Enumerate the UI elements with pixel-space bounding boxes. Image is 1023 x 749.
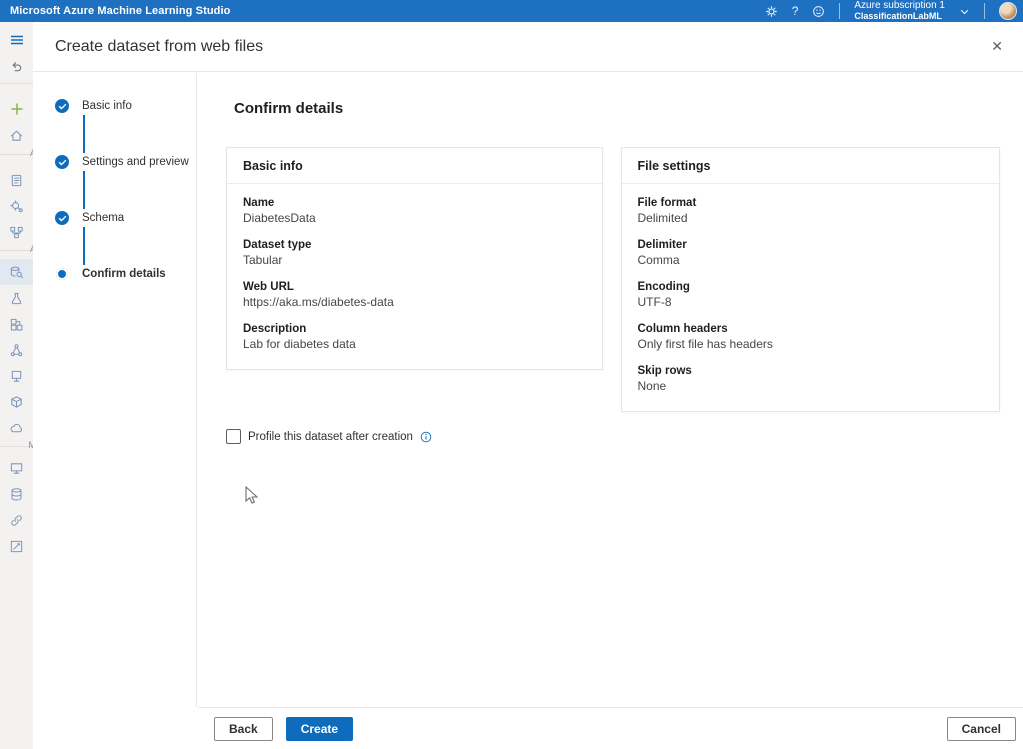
profile-dataset-label: Profile this dataset after creation: [248, 431, 413, 443]
user-avatar[interactable]: [999, 2, 1017, 20]
step-connector: [83, 227, 85, 265]
new-plus-icon[interactable]: [0, 96, 33, 122]
linked-services-icon[interactable]: [0, 533, 33, 559]
field-dataset-type: Dataset type Tabular: [243, 239, 586, 267]
step-current-dot-icon: [56, 268, 68, 280]
confirm-details-content: Confirm details Basic info Name Diabetes…: [198, 73, 1023, 707]
card-title: Basic info: [227, 148, 602, 184]
step-connector: [83, 171, 85, 209]
automated-ml-icon[interactable]: [0, 193, 33, 219]
chevron-down-icon[interactable]: [959, 6, 970, 17]
nav-section-author: A: [0, 154, 33, 155]
step-label: Schema: [82, 212, 124, 224]
field-encoding: Encoding UTF-8: [638, 281, 984, 309]
pipelines-icon[interactable]: [0, 311, 33, 337]
subscription-selector[interactable]: Azure subscription 1 ClassificationLabML: [854, 1, 945, 21]
subscription-name: Azure subscription 1: [854, 1, 945, 12]
profile-dataset-row: Profile this dataset after creation: [226, 429, 1023, 444]
cancel-button[interactable]: Cancel: [947, 717, 1016, 741]
help-icon[interactable]: ?: [792, 5, 799, 17]
step-confirm-details[interactable]: Confirm details: [55, 267, 196, 281]
undo-back-icon[interactable]: [0, 53, 33, 79]
home-icon[interactable]: [0, 122, 33, 148]
experiments-icon[interactable]: [0, 285, 33, 311]
card-title: File settings: [622, 148, 1000, 184]
step-label: Basic info: [82, 100, 132, 112]
top-app-bar: Microsoft Azure Machine Learning Studio …: [0, 0, 1023, 22]
file-settings-card: File settings File format Delimited Deli…: [621, 147, 1001, 412]
environments-cloud-icon[interactable]: [0, 415, 33, 441]
field-name: Name DiabetesData: [243, 197, 586, 225]
field-skip-rows: Skip rows None: [638, 365, 984, 393]
step-schema[interactable]: Schema: [55, 211, 196, 225]
topbar-divider: [839, 3, 840, 19]
back-button[interactable]: Back: [214, 717, 273, 741]
step-completed-check-icon: [55, 211, 69, 225]
dialog-title: Create dataset from web files: [55, 38, 263, 56]
field-description: Description Lab for diabetes data: [243, 323, 586, 351]
dialog-header: Create dataset from web files ✕: [33, 22, 1023, 72]
field-file-format: File format Delimited: [638, 197, 984, 225]
field-delimiter: Delimiter Comma: [638, 239, 984, 267]
step-settings-preview[interactable]: Settings and preview: [55, 155, 196, 169]
field-web-url: Web URL https://aka.ms/diabetes-data: [243, 281, 586, 309]
nav-section-manage: M: [0, 446, 33, 447]
field-column-headers: Column headers Only first file has heade…: [638, 323, 984, 351]
step-basic-info[interactable]: Basic info: [55, 99, 196, 113]
close-icon[interactable]: ✕: [987, 34, 1007, 59]
left-nav-sidebar: A A M: [0, 22, 33, 749]
page-title: Confirm details: [198, 73, 1023, 117]
datastores-icon[interactable]: [0, 481, 33, 507]
step-label: Settings and preview: [82, 156, 189, 168]
nav-section-assets: A: [0, 250, 33, 251]
topbar-controls: ? Azure subscription 1 ClassificationLab…: [765, 0, 1023, 22]
step-completed-check-icon: [55, 155, 69, 169]
nav-divider: [0, 83, 33, 84]
step-connector: [83, 115, 85, 153]
notebooks-icon[interactable]: [0, 167, 33, 193]
step-completed-check-icon: [55, 99, 69, 113]
create-dataset-dialog: Create dataset from web files ✕ Basic in…: [33, 22, 1023, 749]
settings-gear-icon[interactable]: [765, 5, 778, 18]
designer-icon[interactable]: [0, 219, 33, 245]
feedback-smiley-icon[interactable]: [812, 5, 825, 18]
basic-info-card: Basic info Name DiabetesData Dataset typ…: [226, 147, 603, 370]
app-title: Microsoft Azure Machine Learning Studio: [0, 5, 230, 17]
endpoints-icon[interactable]: [0, 363, 33, 389]
models-icon[interactable]: [0, 337, 33, 363]
compute-cube-icon[interactable]: [0, 389, 33, 415]
profile-dataset-checkbox[interactable]: [226, 429, 241, 444]
dialog-footer: Back Create Cancel: [198, 707, 1023, 749]
wizard-steps-panel: Basic info Settings and preview Schema C…: [33, 73, 197, 707]
create-button[interactable]: Create: [286, 717, 353, 741]
hamburger-menu-icon[interactable]: [0, 27, 33, 53]
info-icon[interactable]: [420, 431, 432, 443]
compute-monitor-icon[interactable]: [0, 455, 33, 481]
topbar-divider: [984, 3, 985, 19]
data-labeling-link-icon[interactable]: [0, 507, 33, 533]
step-label: Confirm details: [82, 268, 166, 280]
workspace-name: ClassificationLabML: [854, 12, 945, 21]
datasets-icon-selected[interactable]: [0, 259, 33, 285]
